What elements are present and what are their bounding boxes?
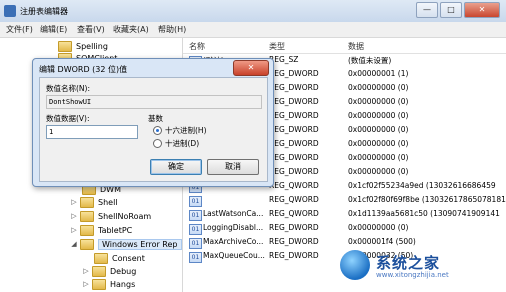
value-name: MaxQueueCou... <box>203 251 265 260</box>
value-type: REG_DWORD <box>269 251 319 260</box>
tree-item-label: Shell <box>98 197 118 207</box>
folder-icon <box>80 224 94 236</box>
cancel-button[interactable]: 取消 <box>207 159 259 175</box>
radio-unselected-icon <box>153 139 162 148</box>
reg-binary-icon: 01 <box>189 196 202 207</box>
value-name: LoggingDisabl... <box>203 223 264 232</box>
tree-item-label: Hangs <box>110 279 136 289</box>
value-data: 0x1cf02f55234a9ed (13032616686459 <box>348 181 496 190</box>
value-type: REG_DWORD <box>269 125 319 134</box>
value-data: 0x00000001 (1) <box>348 69 409 78</box>
expand-arrow-icon[interactable]: ▷ <box>82 267 90 275</box>
value-data: 0x000001f4 (500) <box>348 237 416 246</box>
tree-item-hangs[interactable]: ▷ Hangs <box>82 276 135 292</box>
base-group-label: 基数 <box>148 114 163 123</box>
header-data[interactable]: 数据 <box>348 41 364 52</box>
value-type: REG_QWORD <box>269 209 319 218</box>
menu-help[interactable]: 帮助(H) <box>158 24 186 35</box>
value-name-label: 数值名称(N): <box>46 84 90 93</box>
dec-radio[interactable]: 十进制(D) <box>153 137 263 149</box>
value-type: REG_DWORD <box>269 83 319 92</box>
header-name[interactable]: 名称 <box>189 41 205 52</box>
value-type: REG_DWORD <box>269 69 319 78</box>
title-bar: 注册表编辑器 — □ ✕ <box>0 0 506 23</box>
collapse-arrow-icon[interactable]: ◢ <box>70 240 78 248</box>
expand-arrow-icon[interactable]: ▷ <box>70 198 78 206</box>
value-data: 0x00000000 (0) <box>348 111 409 120</box>
value-name: LastWatsonCa... <box>203 209 264 218</box>
expand-arrow-icon[interactable]: ▷ <box>70 226 78 234</box>
value-name: MaxArchiveCo... <box>203 237 264 246</box>
folder-icon <box>92 278 106 290</box>
minimize-button[interactable]: — <box>416 2 438 18</box>
value-type: REG_DWORD <box>269 167 319 176</box>
table-row[interactable]: 01 REG_QWORD 0x1cf02f80f69f8be (13032617… <box>183 194 506 207</box>
value-data: 0x00000000 (0) <box>348 83 409 92</box>
dialog-title: 编辑 DWORD (32 位)值 <box>39 65 128 74</box>
value-data: (数值未设置) <box>348 56 392 65</box>
list-header: 名称 类型 数据 <box>183 38 506 54</box>
folder-icon <box>80 196 94 208</box>
folder-icon <box>92 265 106 277</box>
tree-item-label: Windows Error Rep <box>98 238 182 250</box>
value-data: 0x00000000 (0) <box>348 223 409 232</box>
dialog-close-button[interactable]: ✕ <box>233 60 269 76</box>
hex-radio-label: 十六进制(H) <box>165 126 207 135</box>
value-data: 0x00000000 (0) <box>348 97 409 106</box>
tree-item-label: Debug <box>110 266 137 276</box>
dec-radio-label: 十进制(D) <box>165 139 200 148</box>
expand-arrow-icon[interactable]: ▷ <box>82 280 90 288</box>
watermark-subtext: www.xitongzhijia.net <box>376 271 449 279</box>
value-data-input[interactable]: 1 <box>46 125 138 139</box>
reg-binary-icon: 01 <box>189 224 202 235</box>
tree-item-label: TabletPC <box>98 225 133 235</box>
menu-edit[interactable]: 编辑(E) <box>40 24 67 35</box>
radio-selected-icon <box>153 126 162 135</box>
expand-arrow-icon[interactable]: ▷ <box>70 212 78 220</box>
folder-icon <box>94 252 108 264</box>
menu-bar: 文件(F) 编辑(E) 查看(V) 收藏夹(A) 帮助(H) <box>0 22 506 38</box>
regedit-icon <box>4 5 16 17</box>
hex-radio[interactable]: 十六进制(H) <box>153 124 263 136</box>
value-type: REG_DWORD <box>269 97 319 106</box>
value-data: 0x1cf02f80f69f8be (13032617865078181 <box>348 195 506 204</box>
value-data: 0x00000000 (0) <box>348 153 409 162</box>
folder-icon <box>80 210 94 222</box>
ok-button[interactable]: 确定 <box>150 159 202 175</box>
watermark-text: 系统之家 <box>376 254 441 272</box>
edit-dword-dialog: 编辑 DWORD (32 位)值 ✕ 数值名称(N): DontShowUI 数… <box>32 58 274 187</box>
folder-icon <box>80 238 94 250</box>
reg-binary-icon: 01 <box>189 252 202 263</box>
tree-item-label: Consent <box>112 253 145 263</box>
reg-binary-icon: 01 <box>189 238 202 249</box>
value-data: 0x00000000 (0) <box>348 125 409 134</box>
window-controls: — □ ✕ <box>416 2 500 18</box>
table-row[interactable]: 01 LoggingDisabl... REG_DWORD 0x00000000… <box>183 222 506 235</box>
watermark-logo-icon <box>340 250 370 280</box>
value-data: 0x00000000 (0) <box>348 167 409 176</box>
header-type[interactable]: 类型 <box>269 41 285 52</box>
maximize-button[interactable]: □ <box>440 2 462 18</box>
value-type: REG_QWORD <box>269 195 319 204</box>
table-row[interactable]: 01 LastWatsonCa... REG_QWORD 0x1d1139aa5… <box>183 208 506 221</box>
menu-file[interactable]: 文件(F) <box>6 24 33 35</box>
reg-binary-icon: 01 <box>189 210 202 221</box>
window-title: 注册表编辑器 <box>20 7 68 16</box>
value-type: REG_DWORD <box>269 139 319 148</box>
value-type: REG_DWORD <box>269 153 319 162</box>
tree-item-label: ShellNoRoam <box>98 211 152 221</box>
menu-favorites[interactable]: 收藏夹(A) <box>113 24 149 35</box>
dialog-body: 数值名称(N): DontShowUI 数值数据(V): 1 基数 十六进制(H… <box>39 77 268 182</box>
value-type: REG_DWORD <box>269 237 319 246</box>
value-type: REG_DWORD <box>269 111 319 120</box>
value-name-field: DontShowUI <box>46 95 262 109</box>
value-data-label: 数值数据(V): <box>46 114 90 123</box>
value-data: 0x1d1139aa5681c50 (13090741909141 <box>348 209 500 218</box>
value-data: 0x00000000 (0) <box>348 139 409 148</box>
value-type: REG_QWORD <box>269 181 319 190</box>
menu-view[interactable]: 查看(V) <box>77 24 105 35</box>
close-button[interactable]: ✕ <box>464 2 500 18</box>
value-type: REG_DWORD <box>269 223 319 232</box>
watermark: 系统之家 www.xitongzhijia.net <box>340 248 500 282</box>
